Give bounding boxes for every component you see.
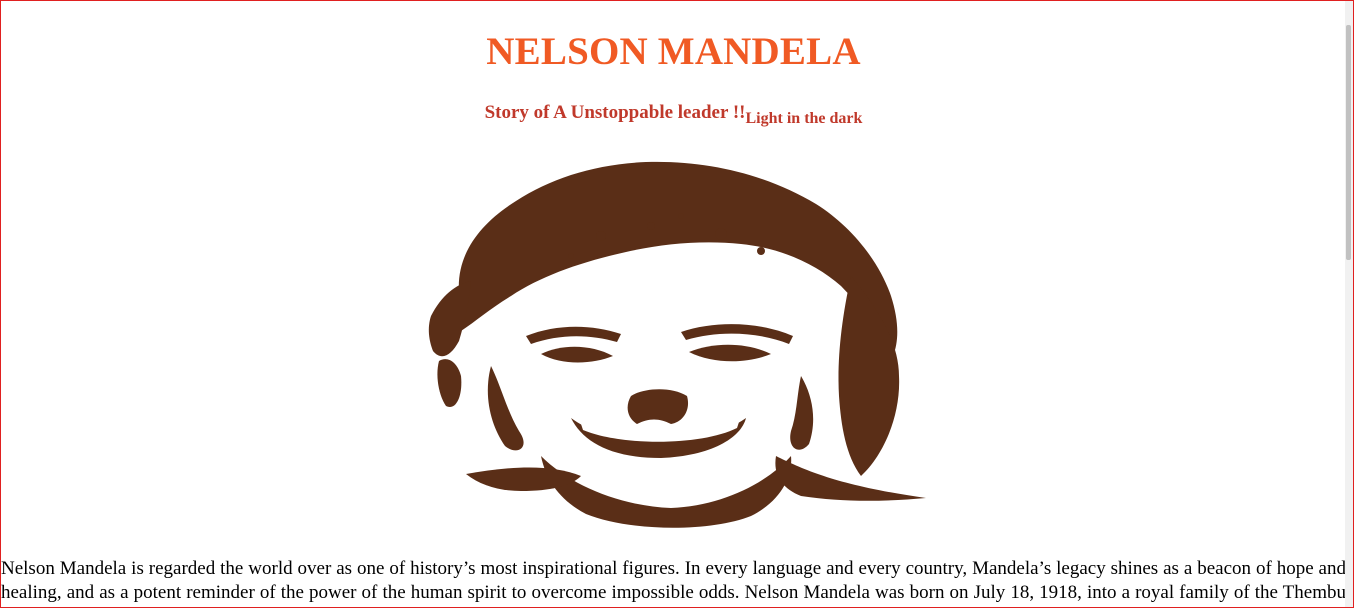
subtitle-main: Story of A Unstoppable leader !! [484, 102, 746, 123]
mandela-portrait-image [428, 161, 926, 528]
page-content: NELSON MANDELA Story of A Unstoppable le… [1, 1, 1346, 607]
page-subtitle: Story of A Unstoppable leader !!Light in… [1, 102, 1346, 127]
scrollbar-thumb[interactable] [1346, 25, 1351, 260]
browser-viewport: NELSON MANDELA Story of A Unstoppable le… [0, 0, 1354, 608]
story-paragraph: Nelson Mandela is regarded the world ove… [1, 558, 1346, 607]
subtitle-tagline: Light in the dark [745, 110, 863, 127]
page-title: NELSON MANDELA [486, 30, 861, 73]
vertical-scrollbar[interactable] [1345, 1, 1353, 607]
